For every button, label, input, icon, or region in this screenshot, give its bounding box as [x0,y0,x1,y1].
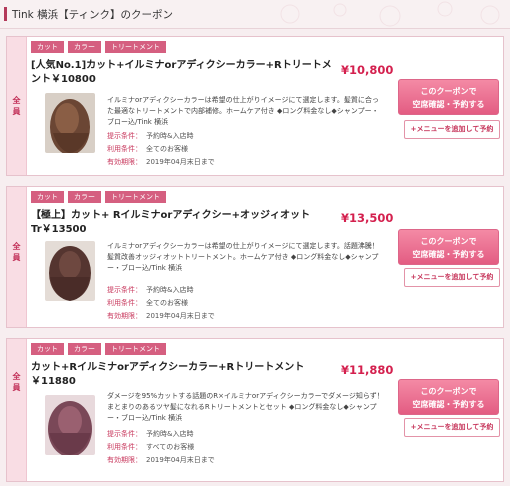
expiry-row: 有効期限： 2019年04月末日まで [107,157,215,168]
condition-label: 提示条件： [107,430,142,438]
member-label: 全員 [12,96,21,116]
member-label: 全員 [12,242,21,262]
coupon-title-line2: Tr￥13500 [31,224,87,235]
tag-list: カット カラー トリートメント [31,191,166,203]
expiry-value: 2019年04月末日まで [146,456,215,464]
tag-color: カラー [68,343,101,355]
reserve-button-line1: このクーポンで [420,87,477,96]
usage-label: 利用条件： [107,443,142,451]
reserve-button-line2: 空席確認・予約する [412,100,485,109]
expiry-row: 有効期限： 2019年04月末日まで [107,455,215,466]
expiry-value: 2019年04月末日まで [146,158,215,166]
tag-cut: カット [31,41,64,53]
member-column: 全員 [7,37,27,175]
usage-label: 利用条件： [107,299,142,307]
condition-row: 提示条件： 予約時&入店時 [107,285,193,296]
coupon-title-line2: ￥11880 [31,376,76,387]
reserve-button-line1: このクーポンで [420,237,477,246]
expiry-label: 有効期限： [107,456,142,464]
expiry-row: 有効期限： 2019年04月末日まで [107,311,215,322]
usage-value: 全てのお客様 [146,145,188,153]
reserve-button[interactable]: このクーポンで 空席確認・予約する [398,79,499,115]
tag-treatment: トリートメント [105,41,166,53]
usage-row: 利用条件： 全てのお客様 [107,298,188,309]
coupon-title: カット+Rイルミナorアディクシーカラー+Rトリートメント ￥11880 [31,361,304,389]
page-header: Tink 横浜【ティンク】のクーポン [0,0,510,29]
header-accent-bar [4,7,7,21]
usage-label: 利用条件： [107,145,142,153]
expiry-label: 有効期限： [107,312,142,320]
page-title: Tink 横浜【ティンク】のクーポン [12,9,173,21]
coupon-price: ¥13,500 [341,211,394,225]
reserve-button[interactable]: このクーポンで 空席確認・予約する [398,229,499,265]
member-column: 全員 [7,187,27,327]
condition-value: 予約時&入店時 [146,286,194,294]
add-menu-reserve-button[interactable]: +メニューを追加して予約 [404,268,500,287]
coupon-card: 全員 カット カラー トリートメント カット+Rイルミナorアディクシーカラー+… [6,338,504,482]
usage-value: 全てのお客様 [146,299,188,307]
tag-treatment: トリートメント [105,343,166,355]
coupon-title-line1: 【極上】カット+ Rイルミナorアディクシー+オッジィオット [31,210,311,221]
add-menu-reserve-button[interactable]: +メニューを追加して予約 [404,418,500,437]
coupon-card: 全員 カット カラー トリートメント [人気No.1]カット+イルミナorアディ… [6,36,504,176]
coupon-title: [人気No.1]カット+イルミナorアディクシーカラー+Rトリートメ ント￥10… [31,59,332,87]
expiry-value: 2019年04月末日まで [146,312,215,320]
tag-treatment: トリートメント [105,191,166,203]
tag-cut: カット [31,191,64,203]
coupon-description: イルミナorアディクシーカラーは希望の仕上がりイメージにて選定します。髪質に合っ… [107,96,379,126]
coupon-price: ¥11,880 [341,363,394,377]
hair-photo [45,93,95,153]
condition-label: 提示条件： [107,286,142,294]
condition-label: 提示条件： [107,132,142,140]
reserve-button-line1: このクーポンで [420,387,477,396]
coupon-card: 全員 カット カラー トリートメント 【極上】カット+ Rイルミナorアディクシ… [6,186,504,328]
condition-row: 提示条件： 予約時&入店時 [107,429,193,440]
coupon-title: 【極上】カット+ Rイルミナorアディクシー+オッジィオット Tr￥13500 [31,209,310,237]
add-menu-reserve-button[interactable]: +メニューを追加して予約 [404,120,500,139]
usage-row: 利用条件： すべてのお客様 [107,442,194,453]
reserve-button-line2: 空席確認・予約する [412,400,485,409]
hair-photo [45,395,95,455]
condition-value: 予約時&入店時 [146,132,194,140]
tag-list: カット カラー トリートメント [31,41,166,53]
usage-value: すべてのお客様 [146,443,195,451]
tag-color: カラー [68,191,101,203]
condition-row: 提示条件： 予約時&入店時 [107,131,193,142]
hair-photo [45,241,95,301]
tag-color: カラー [68,41,101,53]
coupon-description: イルミナorアディクシーカラーは希望の仕上がりイメージにて選定します。話題沸騰！… [107,242,379,272]
member-column: 全員 [7,339,27,481]
reserve-button-line2: 空席確認・予約する [412,250,485,259]
member-label: 全員 [12,372,21,392]
tag-list: カット カラー トリートメント [31,343,166,355]
coupon-price: ¥10,800 [341,63,394,77]
expiry-label: 有効期限： [107,158,142,166]
coupon-title-line1: カット+Rイルミナorアディクシーカラー+Rトリートメント [31,362,305,373]
coupon-title-line2: ント￥10800 [31,74,96,85]
tag-cut: カット [31,343,64,355]
usage-row: 利用条件： 全てのお客様 [107,144,188,155]
coupon-title-line1: [人気No.1]カット+イルミナorアディクシーカラー+Rトリートメ [31,60,332,71]
coupon-description: ダメージを95%カットする話題のR×イルミナorアディクシーカラーでダメージ知ら… [107,392,384,422]
condition-value: 予約時&入店時 [146,430,194,438]
reserve-button[interactable]: このクーポンで 空席確認・予約する [398,379,499,415]
floral-pattern-decoration [280,1,500,27]
